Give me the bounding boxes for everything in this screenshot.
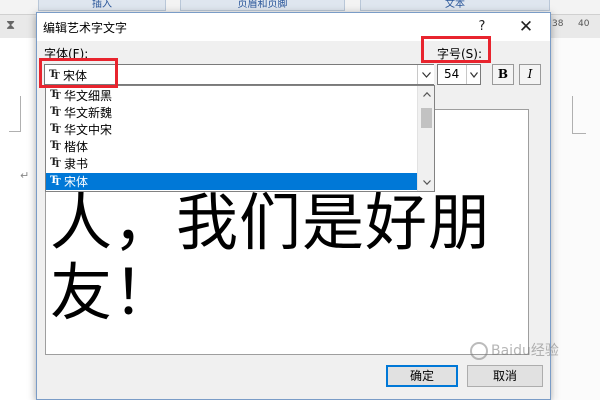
font-list-item-label: 隶书 — [64, 157, 89, 171]
bold-button[interactable]: B — [492, 64, 514, 85]
truetype-font-icon: TT — [50, 122, 61, 136]
truetype-font-icon: TT — [50, 88, 61, 102]
truetype-font-icon: TT — [50, 174, 61, 188]
font-list-item-selected[interactable]: TT 宋体 — [46, 173, 417, 190]
ribbon-tab-header-footer[interactable]: 页眉和页脚 — [180, 0, 345, 11]
font-list-item[interactable]: TT 隶书 — [46, 155, 417, 172]
font-list-item[interactable]: TT 华文中宋 — [46, 121, 417, 138]
truetype-font-icon: TT — [50, 156, 61, 170]
font-list-scrollbar[interactable] — [417, 86, 434, 191]
font-value-text: 宋体 — [63, 69, 88, 83]
ribbon-tab-text[interactable]: 文本 — [360, 0, 550, 11]
font-list-item-label: 华文中宋 — [64, 123, 113, 137]
font-list-item[interactable]: TT 华文细黑 — [46, 87, 417, 104]
size-combobox[interactable]: 54 — [437, 64, 481, 85]
size-value: 54 — [444, 67, 460, 81]
preview-text: 人，我们是好朋友！ — [50, 186, 492, 329]
font-list-item-label: 楷体 — [64, 140, 89, 154]
watermark: Baidu经验 — [470, 340, 559, 360]
dialog-title: 编辑艺术字文字 — [43, 21, 128, 35]
dialog-titlebar[interactable]: 编辑艺术字文字 ? ✕ — [37, 13, 550, 41]
ribbon-tab-insert[interactable]: 插入 — [38, 0, 166, 11]
margin-corner-mark — [572, 96, 586, 134]
font-combobox[interactable]: TT 宋体 — [44, 64, 434, 85]
indent-marker-icon[interactable]: ⧗ — [6, 17, 16, 35]
truetype-font-icon: TT — [50, 139, 61, 153]
ruler-number: 38 — [552, 19, 564, 29]
document-margin — [556, 38, 600, 400]
watermark-text: Baidu经验 — [491, 343, 559, 359]
cancel-button[interactable]: 取消 — [467, 365, 543, 387]
font-list-item-label: 华文新魏 — [64, 106, 113, 120]
font-label: 字体(F): — [44, 47, 89, 61]
font-combobox-value: TT 宋体 — [49, 67, 87, 84]
paragraph-mark: ↵ — [20, 169, 30, 182]
size-label: 字号(S): — [437, 47, 483, 61]
truetype-font-icon: TT — [49, 68, 60, 82]
margin-corner-mark — [9, 96, 21, 132]
font-list-item[interactable]: TT 华文新魏 — [46, 104, 417, 121]
help-button[interactable]: ? — [472, 16, 492, 38]
font-dropdown-list[interactable]: TT 华文细黑 TT 华文新魏 TT 华文中宋 TT 楷体 TT 隶书 TT 宋… — [45, 85, 435, 192]
scroll-up-icon[interactable] — [418, 86, 435, 103]
watermark-logo-icon — [470, 342, 488, 360]
chevron-down-icon[interactable] — [417, 65, 434, 84]
scrollbar-thumb[interactable] — [421, 108, 432, 128]
font-list-item-label: 华文细黑 — [64, 89, 113, 103]
ok-button[interactable]: 确定 — [386, 365, 458, 387]
italic-button[interactable]: I — [519, 64, 541, 85]
chevron-down-icon[interactable] — [466, 65, 480, 84]
font-list-item-label: 宋体 — [64, 175, 89, 189]
font-list-item[interactable]: TT 楷体 — [46, 138, 417, 155]
scroll-down-icon[interactable] — [418, 174, 435, 191]
close-button[interactable]: ✕ — [513, 15, 539, 39]
truetype-font-icon: TT — [50, 105, 61, 119]
ruler-number: 40 — [578, 19, 590, 29]
